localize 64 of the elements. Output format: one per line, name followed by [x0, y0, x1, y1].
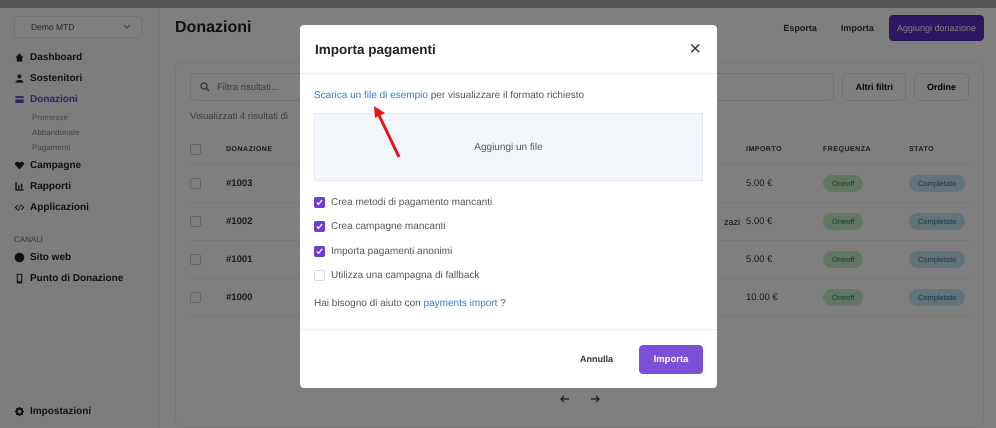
card-icon [14, 94, 25, 105]
sidebar-subitem[interactable]: Promesse [14, 110, 149, 125]
close-button[interactable]: × [685, 39, 705, 59]
search-icon [200, 82, 210, 92]
table-cell-text: 5.00 € [746, 216, 774, 227]
option-label: Utilizza una campagna di fallback [331, 270, 480, 282]
results-summary: Visualizzati 4 risultati di [190, 111, 290, 122]
import-button[interactable]: Importa [639, 344, 703, 374]
option-label: Crea campagne mancanti [331, 221, 446, 232]
sidebar-section-title: CANALI [14, 234, 44, 246]
table-cell: zazi [724, 216, 740, 226]
annotation-arrow [372, 105, 402, 159]
add-donation-button[interactable]: Aggiungi donazione [888, 15, 984, 41]
option-label: Importa pagamenti anonimi [331, 246, 452, 257]
option-label: Crea metodi di pagamento mancanti [331, 196, 492, 208]
sidebar-item[interactable]: Dashboard [14, 47, 149, 68]
sidebar-item[interactable]: Campagne [14, 155, 149, 176]
download-link[interactable]: Scarica un file di esempio [314, 90, 428, 101]
chevron-icon [123, 24, 131, 30]
download-hint: Scarica un file di esempio per visualizzare il formato richiesto [314, 90, 586, 101]
sidebar-item[interactable]: Donazioni [14, 89, 149, 110]
header-action-button[interactable]: Esporta [774, 19, 826, 37]
header-action-button[interactable]: Importa [832, 19, 883, 37]
person-icon [14, 73, 25, 84]
sidebar-item[interactable]: Sito web [14, 247, 149, 268]
table-cell: #1003 [226, 178, 252, 189]
filter-button[interactable]: Ordine [914, 73, 969, 101]
row-checkbox[interactable] [190, 292, 201, 303]
table-cell-text: 5.00 € [746, 178, 774, 189]
page-title: Donazioni [175, 19, 252, 37]
help-link[interactable]: payments import [424, 298, 498, 309]
table-cell: #1000 [226, 292, 252, 303]
previous-page-icon[interactable] [560, 395, 570, 403]
org-selector[interactable]: Demo MTD [14, 16, 142, 38]
option-checkbox[interactable] [314, 246, 325, 257]
table-cell: #1001 [226, 254, 252, 265]
sidebar-item[interactable]: Impostazioni [14, 401, 149, 422]
select-all-checkbox[interactable] [190, 144, 201, 154]
row-checkbox[interactable] [190, 178, 201, 189]
help-text: Hai bisogno di aiuto con payments import ? [314, 298, 507, 309]
heart-icon [14, 160, 25, 171]
sidebar-item[interactable]: Applicazioni [14, 197, 149, 218]
cancel-button[interactable]: Annulla [574, 353, 619, 365]
phone-icon [14, 273, 25, 284]
table-cell-text: 10.00 € [746, 292, 779, 303]
table-cell: #1002 [226, 216, 252, 227]
sidebar-item[interactable]: Punto di Donazione [14, 268, 149, 289]
file-dropzone[interactable]: Aggiungi un file [314, 113, 703, 181]
settings-icon [14, 406, 25, 417]
next-page-icon[interactable] [590, 395, 600, 403]
house-icon [14, 52, 25, 63]
dialog-title: Importa pagamenti [315, 42, 436, 56]
option-checkbox[interactable] [314, 221, 325, 232]
row-checkbox[interactable] [190, 216, 201, 227]
sidebar-subitem[interactable]: Pagamenti [14, 140, 149, 155]
table-cell-text: 5.00 € [746, 254, 774, 265]
sidebar-item[interactable]: Sostenitori [14, 68, 149, 89]
code-icon [14, 202, 25, 213]
sidebar-item[interactable]: Rapporti [14, 176, 149, 197]
filter-button[interactable]: Altri filtri [842, 73, 906, 101]
chart-icon [14, 181, 25, 192]
option-checkbox[interactable] [314, 196, 325, 208]
row-checkbox[interactable] [190, 254, 201, 265]
sidebar-subitem[interactable]: Abbandonate [14, 125, 149, 140]
